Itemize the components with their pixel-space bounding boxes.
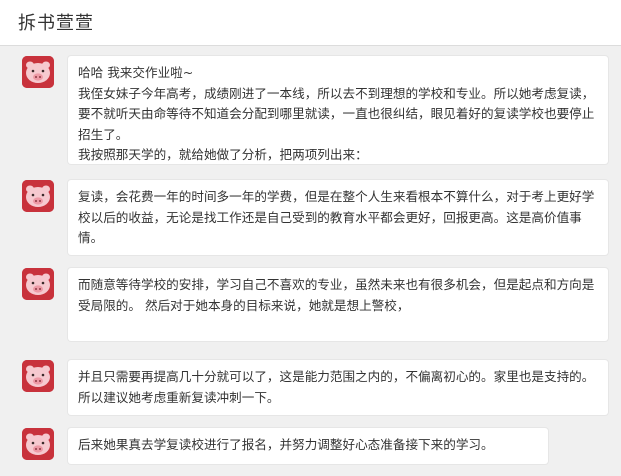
pig-avatar-icon bbox=[22, 56, 54, 88]
avatar[interactable] bbox=[22, 268, 54, 300]
pig-avatar-icon bbox=[22, 180, 54, 212]
pig-avatar-icon bbox=[22, 428, 54, 460]
message-text-line: 并且只需要再提高几十分就可以了，这是能力范围之内的，不偏离初心的。家里也是支持的… bbox=[78, 369, 595, 405]
pig-avatar-icon bbox=[22, 268, 54, 300]
message-bubble[interactable]: 复读，会花费一年的时间多一年的学费，但是在整个人生来看根本不算什么，对于考上更好… bbox=[68, 180, 608, 255]
message-bubble[interactable]: 而随意等待学校的安排，学习自己不喜欢的专业，虽然未来也有很多机会，但是起点和方向… bbox=[68, 268, 608, 341]
chat-title: 拆书萱萱 bbox=[18, 13, 94, 34]
chat-header: 拆书萱萱 bbox=[0, 0, 621, 46]
avatar[interactable] bbox=[22, 428, 54, 460]
avatar[interactable] bbox=[22, 180, 54, 212]
message-text-line: 我侄女妹子今年高考，成绩刚进了一本线，所以去不到理想的学校和专业。所以她考虑复读… bbox=[78, 85, 595, 142]
message-text-line: 哈哈 我来交作业啦~ bbox=[78, 65, 194, 80]
message-text-line: 而随意等待学校的安排，学习自己不喜欢的专业，虽然未来也有很多机会，但是起点和方向… bbox=[78, 277, 595, 313]
avatar[interactable] bbox=[22, 56, 54, 88]
message-text-line: 我按照那天学的，就给她做了分析，把两项列出来： bbox=[78, 147, 368, 162]
message-text-line: 后来她果真去学复读校进行了报名，并努力调整好心态准备接下来的学习。 bbox=[78, 437, 494, 452]
pig-avatar-icon bbox=[22, 360, 54, 392]
message-text-line: 复读，会花费一年的时间多一年的学费，但是在整个人生来看根本不算什么，对于考上更好… bbox=[78, 189, 595, 245]
message-bubble[interactable]: 后来她果真去学复读校进行了报名，并努力调整好心态准备接下来的学习。 bbox=[68, 428, 548, 464]
message-bubble[interactable]: 并且只需要再提高几十分就可以了，这是能力范围之内的，不偏离初心的。家里也是支持的… bbox=[68, 360, 608, 415]
avatar[interactable] bbox=[22, 360, 54, 392]
message-bubble[interactable]: 哈哈 我来交作业啦~ 我侄女妹子今年高考，成绩刚进了一本线，所以去不到理想的学校… bbox=[68, 56, 608, 164]
